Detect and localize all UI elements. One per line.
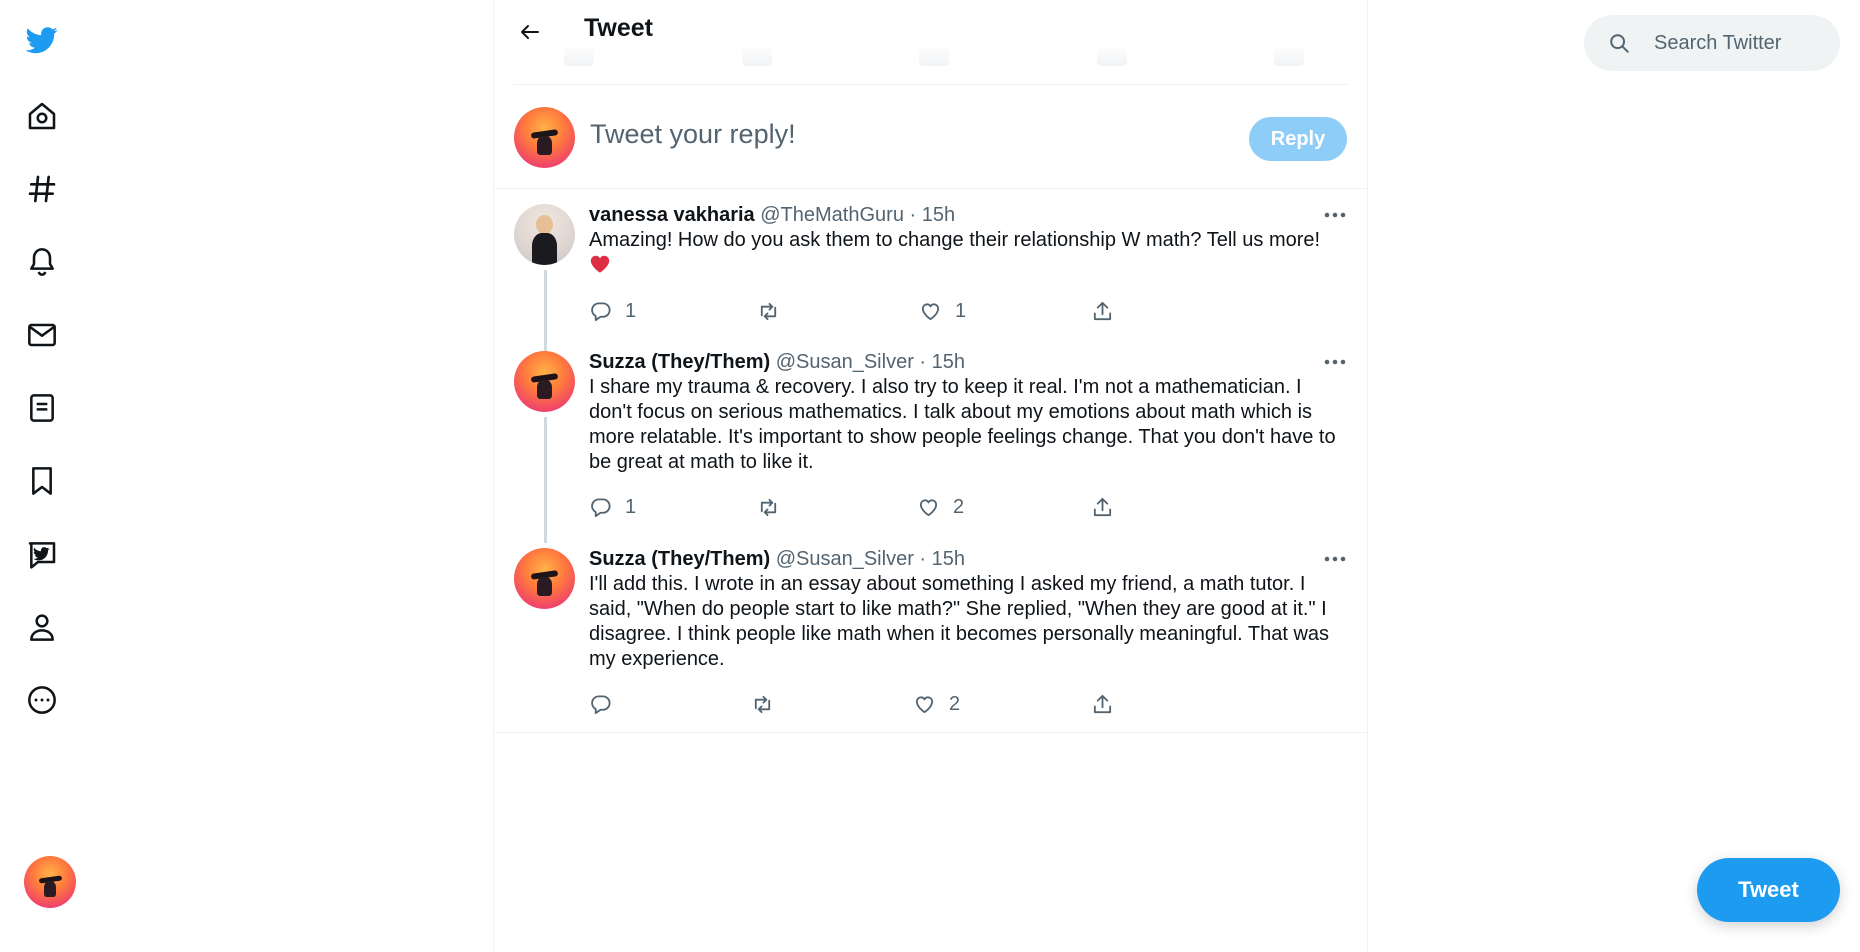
tweet-actions: 2 xyxy=(589,689,1229,719)
tweet-actions: 1 1 xyxy=(589,296,1229,326)
reply-action[interactable] xyxy=(589,689,625,719)
reply-tweet[interactable]: Suzza (They/Them) @Susan_Silver · 15h I'… xyxy=(494,534,1369,733)
retweet-icon xyxy=(754,695,771,713)
handle-and-time[interactable]: @TheMathGuru · 15h xyxy=(760,204,955,226)
retweet-icon xyxy=(760,302,777,320)
reply-count: 1 xyxy=(625,299,637,322)
back-arrow-icon[interactable] xyxy=(510,12,550,52)
tweet-text: I'll add this. I wrote in an essay about… xyxy=(589,573,1330,670)
share-icon xyxy=(1093,301,1112,320)
reply-header: Suzza (They/Them) @Susan_Silver · 15h xyxy=(589,548,965,571)
compose-tweet-button[interactable]: Tweet xyxy=(1697,858,1840,922)
like-count: 1 xyxy=(955,299,967,322)
search-input[interactable] xyxy=(1654,29,1824,57)
explore-hashtag-icon[interactable] xyxy=(18,165,66,213)
display-name[interactable]: vanessa vakharia xyxy=(589,204,755,226)
page-header: Tweet xyxy=(494,0,1369,84)
messages-envelope-icon[interactable] xyxy=(18,311,66,359)
retweet-icon xyxy=(760,498,777,516)
share-action[interactable] xyxy=(1091,296,1114,326)
like-count: 2 xyxy=(949,692,961,715)
handle-and-time[interactable]: @Susan_Silver · 15h xyxy=(776,351,965,373)
lists-icon[interactable] xyxy=(18,384,66,432)
retweet-action[interactable] xyxy=(751,689,787,719)
account-avatar[interactable] xyxy=(24,856,76,908)
left-sidebar xyxy=(0,0,84,952)
more-options-icon[interactable] xyxy=(1320,204,1350,226)
more-options-icon[interactable] xyxy=(1320,351,1350,373)
display-name[interactable]: Suzza (They/Them) xyxy=(589,548,770,570)
like-action[interactable]: 1 xyxy=(919,296,966,326)
reply-bubble-icon xyxy=(591,301,611,321)
more-options-icon[interactable] xyxy=(1320,548,1350,570)
tweet-text: I share my trauma & recovery. I also try… xyxy=(589,376,1336,473)
reply-tweet[interactable]: Suzza (They/Them) @Susan_Silver · 15h I … xyxy=(494,337,1369,543)
tweet-body: Amazing! How do you ask them to change t… xyxy=(589,229,1321,251)
reply-bubble-icon xyxy=(591,694,611,714)
thread-connector xyxy=(544,417,547,543)
scrolled-tweet-actions xyxy=(564,44,1304,66)
reply-composer: Reply xyxy=(494,85,1369,189)
reply-action[interactable]: 1 xyxy=(589,492,636,522)
avatar[interactable] xyxy=(514,107,575,168)
tweet-text: Amazing! How do you ask them to change t… xyxy=(589,228,1349,278)
reply-input[interactable] xyxy=(590,119,1190,150)
like-action[interactable]: 2 xyxy=(917,492,964,522)
twitter-logo-icon[interactable] xyxy=(18,16,66,64)
retweet-action[interactable] xyxy=(757,296,793,326)
avatar[interactable] xyxy=(514,204,575,265)
home-icon[interactable] xyxy=(18,92,66,140)
twitter-blue-icon[interactable] xyxy=(18,530,66,578)
heart-icon xyxy=(921,302,940,320)
reply-action[interactable]: 1 xyxy=(589,296,636,326)
reply-tweet[interactable]: vanessa vakharia @TheMathGuru · 15h Amaz… xyxy=(494,190,1369,356)
search-box[interactable] xyxy=(1584,15,1840,71)
reply-count: 1 xyxy=(625,495,637,518)
reply-header: Suzza (They/Them) @Susan_Silver · 15h xyxy=(589,351,965,374)
twitter-app: Tweet Reply vanessa vakharia @TheMathGur… xyxy=(0,0,1860,952)
handle-and-time[interactable]: @Susan_Silver · 15h xyxy=(776,548,965,570)
avatar[interactable] xyxy=(514,351,575,412)
display-name[interactable]: Suzza (They/Them) xyxy=(589,351,770,373)
search-icon xyxy=(1610,34,1629,53)
share-icon xyxy=(1093,497,1112,516)
notifications-bell-icon[interactable] xyxy=(18,238,66,286)
reply-header: vanessa vakharia @TheMathGuru · 15h xyxy=(589,204,955,227)
bookmarks-icon[interactable] xyxy=(18,457,66,505)
share-action[interactable] xyxy=(1091,492,1114,522)
profile-icon[interactable] xyxy=(18,603,66,651)
reply-button[interactable]: Reply xyxy=(1249,117,1347,161)
heart-icon xyxy=(919,498,938,516)
tweet-actions: 1 2 xyxy=(589,492,1229,522)
heart-icon xyxy=(915,695,934,713)
like-count: 2 xyxy=(953,495,965,518)
reply-bubble-icon xyxy=(591,497,611,517)
more-circle-icon[interactable] xyxy=(18,676,66,724)
main-column: Tweet Reply vanessa vakharia @TheMathGur… xyxy=(493,0,1369,952)
avatar[interactable] xyxy=(514,548,575,609)
share-icon xyxy=(1093,694,1112,713)
like-action[interactable]: 2 xyxy=(913,689,960,719)
page-title: Tweet xyxy=(584,14,653,42)
retweet-action[interactable] xyxy=(757,492,793,522)
red-heart-emoji-icon xyxy=(590,255,610,273)
share-action[interactable] xyxy=(1091,689,1114,719)
